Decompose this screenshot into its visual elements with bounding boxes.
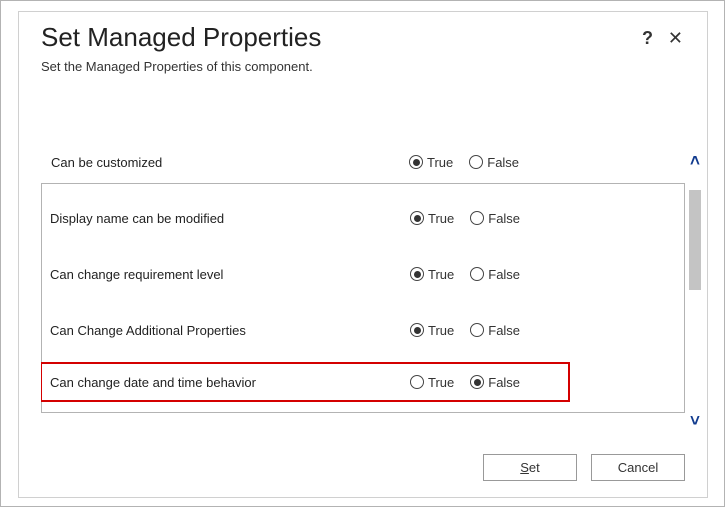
radio-true-label: True xyxy=(428,375,454,390)
scroll-down-icon[interactable]: ˅ xyxy=(686,412,704,430)
radio-false-label: False xyxy=(488,211,520,226)
scroll-thumb[interactable] xyxy=(689,190,701,290)
set-button[interactable]: Set xyxy=(483,454,577,481)
radio-dot-icon xyxy=(470,375,484,389)
radio-customized-true[interactable]: True xyxy=(409,155,453,170)
radio-true-label: True xyxy=(427,155,453,170)
radio-datetime-behavior-false[interactable]: False xyxy=(470,375,520,390)
radio-dot-icon xyxy=(470,211,484,225)
label-additional-properties: Can Change Additional Properties xyxy=(50,323,410,338)
radio-dot-icon xyxy=(409,155,423,169)
label-display-name: Display name can be modified xyxy=(50,211,410,226)
help-icon[interactable]: ? xyxy=(642,28,653,49)
close-icon[interactable]: ✕ xyxy=(668,28,683,49)
label-datetime-behavior: Can change date and time behavior xyxy=(50,375,410,390)
radio-group-requirement-level: True False xyxy=(410,267,520,282)
set-button-accel: S xyxy=(520,460,529,475)
row-can-be-customized: Can be customized True False xyxy=(41,147,685,177)
radio-true-label: True xyxy=(428,267,454,282)
radio-dot-icon xyxy=(469,155,483,169)
row-display-name: Display name can be modified True False xyxy=(42,190,684,246)
radio-dot-icon xyxy=(410,267,424,281)
dialog-subtitle: Set the Managed Properties of this compo… xyxy=(41,59,685,74)
dialog-footer: Set Cancel xyxy=(483,454,685,481)
scrollbar: ˄ ˅ xyxy=(683,130,707,430)
radio-display-name-false[interactable]: False xyxy=(470,211,520,226)
radio-false-label: False xyxy=(488,375,520,390)
radio-group-datetime-behavior: True False xyxy=(410,375,520,390)
radio-false-label: False xyxy=(488,267,520,282)
radio-display-name-true[interactable]: True xyxy=(410,211,454,226)
radio-datetime-behavior-true[interactable]: True xyxy=(410,375,454,390)
radio-group-additional-properties: True False xyxy=(410,323,520,338)
row-requirement-level: Can change requirement level True False xyxy=(42,246,684,302)
radio-additional-properties-true[interactable]: True xyxy=(410,323,454,338)
radio-true-label: True xyxy=(428,211,454,226)
content-area: part of a managed solution. Can be custo… xyxy=(41,130,685,430)
radio-false-label: False xyxy=(487,155,519,170)
dialog: Set Managed Properties Set the Managed P… xyxy=(18,11,708,498)
window-frame: Set Managed Properties Set the Managed P… xyxy=(0,0,725,507)
row-datetime-behavior: Can change date and time behavior True F… xyxy=(42,358,684,406)
radio-dot-icon xyxy=(410,375,424,389)
radio-dot-icon xyxy=(470,267,484,281)
property-box: Display name can be modified True False xyxy=(41,183,685,413)
radio-dot-icon xyxy=(470,323,484,337)
truncated-text: part of a managed solution. xyxy=(41,130,685,147)
radio-dot-icon xyxy=(410,323,424,337)
scroll-up-icon[interactable]: ˄ xyxy=(686,152,704,170)
radio-additional-properties-false[interactable]: False xyxy=(470,323,520,338)
radio-false-label: False xyxy=(488,323,520,338)
radio-group-display-name: True False xyxy=(410,211,520,226)
radio-true-label: True xyxy=(428,323,454,338)
radio-group-customized: True False xyxy=(409,155,519,170)
dialog-title: Set Managed Properties xyxy=(41,22,685,53)
cancel-button[interactable]: Cancel xyxy=(591,454,685,481)
radio-dot-icon xyxy=(410,211,424,225)
set-button-rest: et xyxy=(529,460,540,475)
radio-customized-false[interactable]: False xyxy=(469,155,519,170)
dialog-header: Set Managed Properties Set the Managed P… xyxy=(19,12,707,78)
label-requirement-level: Can change requirement level xyxy=(50,267,410,282)
radio-requirement-level-false[interactable]: False xyxy=(470,267,520,282)
radio-requirement-level-true[interactable]: True xyxy=(410,267,454,282)
row-additional-properties: Can Change Additional Properties True Fa… xyxy=(42,302,684,358)
label-can-be-customized: Can be customized xyxy=(51,155,409,170)
